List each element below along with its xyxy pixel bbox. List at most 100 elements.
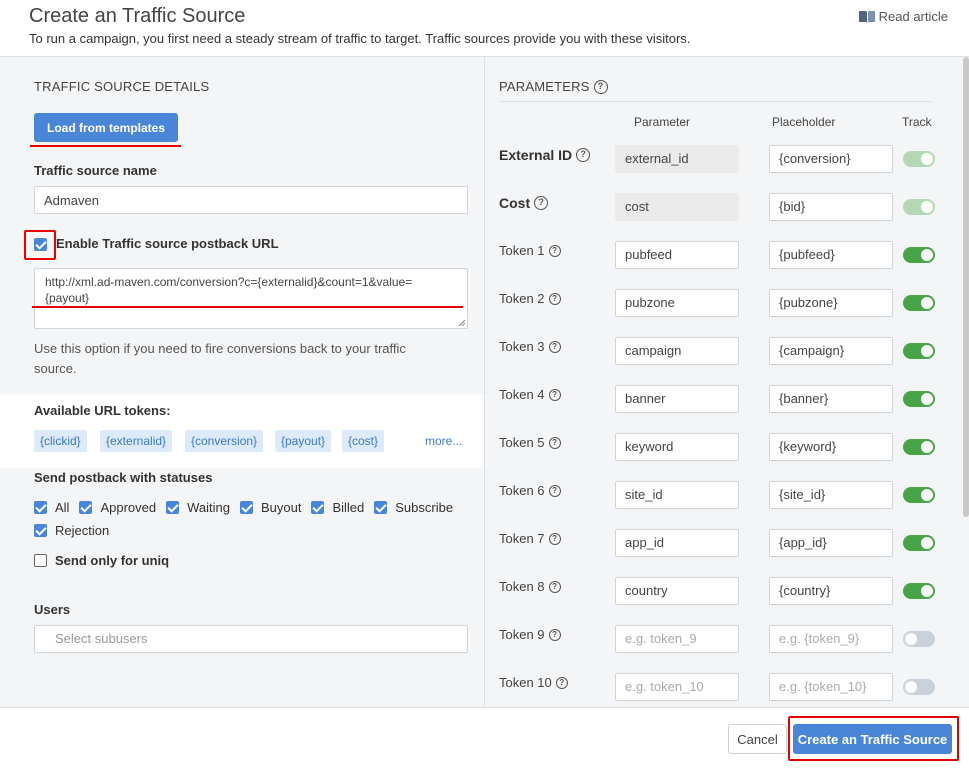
token-chip[interactable]: {cost} [342, 430, 385, 452]
track-toggle[interactable] [903, 247, 935, 263]
status-buyout-checkbox[interactable] [239, 501, 253, 514]
status-approved[interactable]: Approved [79, 500, 156, 515]
status-billed[interactable]: Billed [311, 500, 364, 515]
param-placeholder-input[interactable]: {banner} [769, 385, 893, 413]
send-only-uniq-checkbox[interactable] [34, 554, 47, 567]
scrollbar[interactable] [963, 57, 969, 517]
token-chip[interactable]: {conversion} [185, 430, 264, 452]
param-row-label: Token 5? [499, 435, 561, 450]
postback-url-textarea[interactable]: http://xml.ad-maven.com/conversion?c={ex… [34, 268, 468, 329]
help-icon[interactable]: ? [576, 148, 591, 162]
param-placeholder-input[interactable]: {bid} [769, 193, 893, 221]
enable-postback-label: Enable Traffic source postback URL [56, 236, 279, 251]
parameters-panel: PARAMETERS ? Parameter Placeholder Track… [484, 57, 969, 707]
status-approved-checkbox[interactable] [79, 501, 93, 514]
param-name-input[interactable]: pubfeed [615, 241, 739, 269]
status-subscribe[interactable]: Subscribe [374, 500, 453, 515]
postback-url-line1: http://xml.ad-maven.com/conversion?c={ex… [45, 275, 413, 289]
param-name-input[interactable]: pubzone [615, 289, 739, 317]
col-head-track: Track [902, 115, 932, 129]
traffic-source-name-input[interactable] [34, 186, 468, 214]
help-icon[interactable]: ? [548, 580, 561, 593]
status-waiting-checkbox[interactable] [166, 501, 180, 514]
param-name-input[interactable]: campaign [615, 337, 739, 365]
param-placeholder-input[interactable]: {campaign} [769, 337, 893, 365]
help-icon[interactable]: ? [548, 532, 561, 545]
help-icon[interactable]: ? [593, 79, 608, 94]
param-name-input[interactable]: app_id [615, 529, 739, 557]
help-icon[interactable]: ? [548, 388, 561, 401]
modal-header: Create an Traffic Source To run a campai… [0, 0, 969, 57]
col-head-parameter: Parameter [634, 115, 691, 129]
help-icon[interactable]: ? [548, 292, 561, 305]
status-rejection-checkbox[interactable] [34, 524, 47, 537]
enable-postback-checkbox[interactable] [34, 238, 47, 251]
help-icon[interactable]: ? [534, 196, 549, 210]
available-tokens-label: Available URL tokens: [34, 403, 171, 418]
track-toggle[interactable] [903, 295, 935, 311]
modal-title: Create an Traffic Source [29, 5, 246, 27]
token-chip[interactable]: {externalid} [100, 430, 173, 452]
help-icon[interactable]: ? [548, 436, 561, 449]
create-traffic-source-button[interactable]: Create an Traffic Source [793, 724, 952, 754]
param-placeholder-input[interactable]: {app_id} [769, 529, 893, 557]
status-billed-checkbox[interactable] [311, 501, 325, 514]
users-select[interactable]: Select subusers [34, 625, 468, 653]
param-row-label: Token 3? [499, 339, 561, 354]
param-placeholder-input[interactable]: {pubfeed} [769, 241, 893, 269]
param-name-input[interactable]: country [615, 577, 739, 605]
param-row-label: Token 7? [499, 531, 561, 546]
param-name-input[interactable]: e.g. token_9 [615, 625, 739, 653]
statuses-row: Rejection [34, 523, 119, 538]
help-icon[interactable]: ? [548, 628, 561, 641]
status-rejection[interactable]: Rejection [34, 523, 109, 538]
param-placeholder-input[interactable]: e.g. {token_9} [769, 625, 893, 653]
resize-handle-icon[interactable] [458, 319, 465, 326]
param-name-input[interactable]: banner [615, 385, 739, 413]
param-placeholder-input[interactable]: {country} [769, 577, 893, 605]
token-chip[interactable]: {payout} [275, 430, 332, 452]
param-placeholder-input[interactable]: {site_id} [769, 481, 893, 509]
param-row-label: Token 8? [499, 579, 561, 594]
track-toggle[interactable] [903, 679, 935, 695]
token-chip[interactable]: {clickid} [34, 430, 87, 452]
param-placeholder-input[interactable]: {pubzone} [769, 289, 893, 317]
read-article-link[interactable]: Read article [858, 9, 948, 24]
help-icon[interactable]: ? [548, 484, 561, 497]
status-waiting[interactable]: Waiting [166, 500, 230, 515]
details-section-title: TRAFFIC SOURCE DETAILS [34, 79, 210, 94]
cancel-button[interactable]: Cancel [728, 724, 787, 754]
modal-subtitle: To run a campaign, you first need a stea… [29, 31, 691, 46]
param-row-label: Token 4? [499, 387, 561, 402]
track-toggle[interactable] [903, 487, 935, 503]
help-icon[interactable]: ? [548, 244, 561, 257]
annotation-underline [32, 306, 463, 308]
send-only-uniq[interactable]: Send only for uniq [34, 553, 169, 568]
status-all[interactable]: All [34, 500, 69, 515]
track-toggle[interactable] [903, 343, 935, 359]
track-toggle[interactable] [903, 391, 935, 407]
col-head-placeholder: Placeholder [772, 115, 836, 129]
divider [499, 101, 931, 102]
help-icon[interactable]: ? [548, 340, 561, 353]
status-buyout[interactable]: Buyout [239, 500, 301, 515]
param-row-label: Cost? [499, 195, 549, 211]
param-placeholder-input[interactable]: e.g. {token_10} [769, 673, 893, 701]
param-name-input[interactable]: site_id [615, 481, 739, 509]
track-toggle[interactable] [903, 583, 935, 599]
track-toggle[interactable] [903, 439, 935, 455]
status-subscribe-checkbox[interactable] [374, 501, 388, 514]
param-placeholder-input[interactable]: {conversion} [769, 145, 893, 173]
tokens-more-link[interactable]: more... [425, 430, 462, 452]
status-all-checkbox[interactable] [34, 501, 47, 514]
modal-footer: Cancel Create an Traffic Source [0, 707, 969, 770]
param-row-label: Token 1? [499, 243, 561, 258]
track-toggle[interactable] [903, 535, 935, 551]
param-name-input[interactable]: keyword [615, 433, 739, 461]
load-from-templates-button[interactable]: Load from templates [34, 113, 178, 142]
param-placeholder-input[interactable]: {keyword} [769, 433, 893, 461]
help-icon[interactable]: ? [555, 676, 568, 689]
read-article-label: Read article [878, 9, 948, 24]
track-toggle[interactable] [903, 631, 935, 647]
param-name-input[interactable]: e.g. token_10 [615, 673, 739, 701]
